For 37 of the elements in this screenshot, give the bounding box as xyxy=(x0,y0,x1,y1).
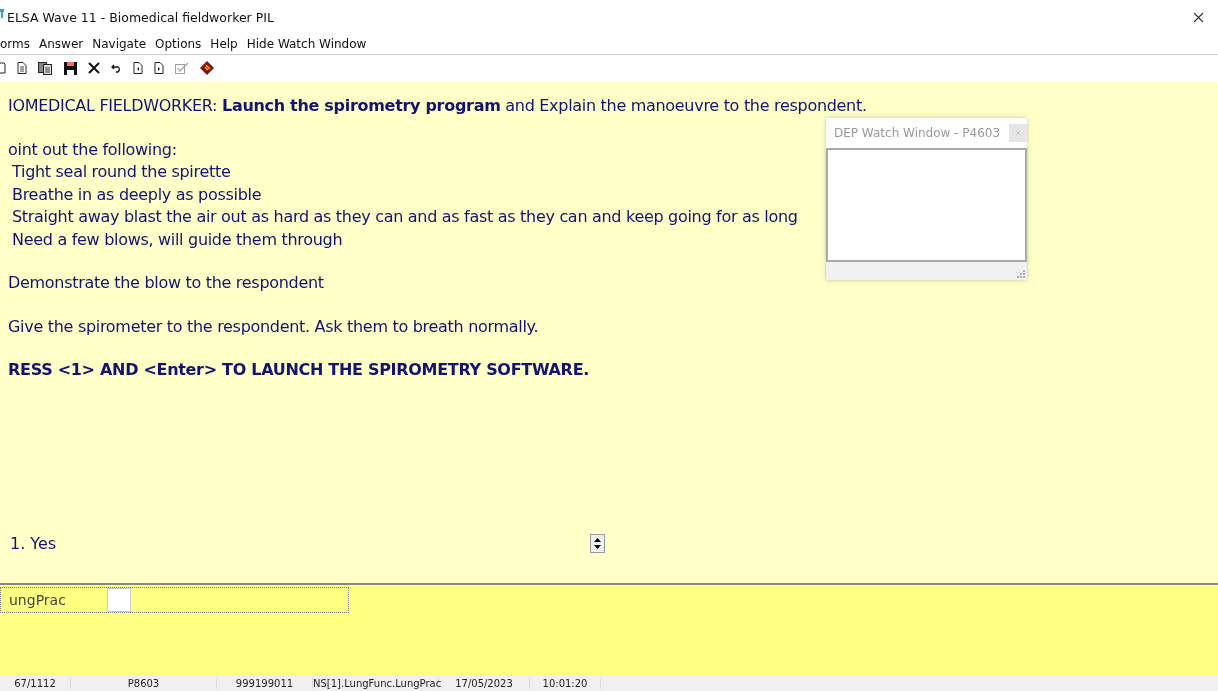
menu-item[interactable]: Hide Watch Window xyxy=(246,36,367,51)
app-icon xyxy=(0,8,4,19)
menu-item[interactable]: orms xyxy=(0,36,30,51)
menu-item[interactable]: Help xyxy=(210,36,238,51)
delete-icon[interactable] xyxy=(88,62,100,74)
document-icon[interactable] xyxy=(17,62,27,74)
instruction-text: Demonstrate the blow to the respondent xyxy=(8,272,324,294)
status-cell: NS[1].LungFunc.LungPrac xyxy=(313,677,439,689)
field-label: ungPrac xyxy=(9,592,67,608)
answer-field[interactable] xyxy=(107,588,131,612)
instruction-text: oint out the following: xyxy=(8,138,177,161)
document-icon[interactable] xyxy=(133,62,143,74)
menu-item[interactable]: Navigate xyxy=(92,36,147,51)
status-cell: 10:01:20 xyxy=(530,677,601,689)
instruction-text: IOMEDICAL FIELDWORKER: Launch the spirometry program and Explain the manoeuvre to the respondent. xyxy=(8,95,867,117)
resize-grip-icon[interactable] xyxy=(1017,270,1025,278)
undo-icon[interactable] xyxy=(111,63,122,73)
instruction-text: RESS <1> AND <Enter> TO LAUNCH THE SPIROMETRY SOFTWARE. xyxy=(8,359,590,381)
answer-option[interactable]: 1. Yes xyxy=(10,534,57,553)
up-arrow-icon[interactable] xyxy=(594,538,601,542)
close-icon[interactable] xyxy=(1193,12,1204,23)
window-title: ELSA Wave 11 - Biomedical fieldworker PIL xyxy=(7,10,274,25)
menu-item[interactable]: Answer xyxy=(39,36,84,51)
document-icon[interactable] xyxy=(154,62,164,74)
instruction-text: Need a few blows, will guide them through xyxy=(11,228,343,251)
status-cell: P8603 xyxy=(71,677,217,689)
copy-icon[interactable] xyxy=(38,61,53,75)
status-cell: 999199011 xyxy=(217,677,313,689)
status-cell: 67/1112 xyxy=(0,677,71,689)
instruction-text: Breathe in as deeply as possible xyxy=(11,183,262,206)
watch-window-title: DEP Watch Window - P4603 xyxy=(834,126,1001,140)
save-icon[interactable] xyxy=(64,61,77,75)
down-arrow-icon[interactable] xyxy=(594,545,601,549)
menu-item[interactable]: Options xyxy=(155,36,202,51)
instruction-text: Give the spirometer to the respondent. Ask them to breath normally. xyxy=(8,315,539,338)
instruction-text: Tight seal round the spirette xyxy=(11,161,231,183)
instruction-text: Straight away blast the air out as hard as they can and as fast as they can and keep going for as long xyxy=(11,206,798,228)
